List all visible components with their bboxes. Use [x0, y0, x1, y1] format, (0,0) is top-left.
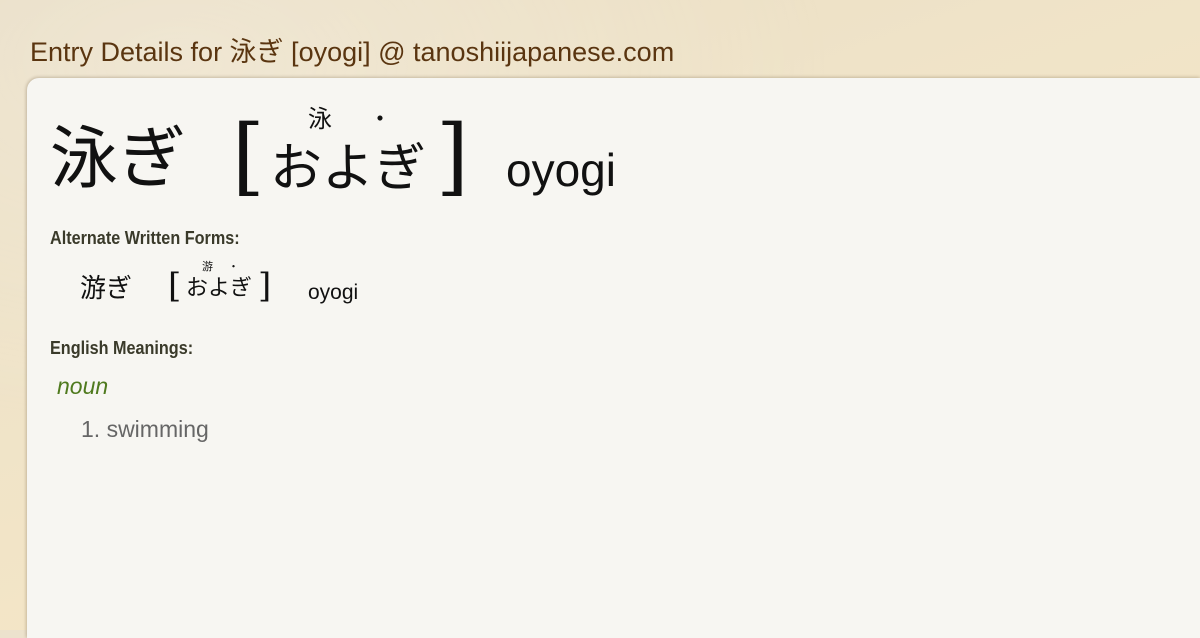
alternate-ruby-kanji: 游	[202, 260, 213, 273]
reading-ruby-dot: ・	[368, 105, 392, 133]
alternate-form-kanji: 游ぎ	[80, 274, 133, 304]
reading-open-bracket: [	[232, 107, 265, 205]
alternate-ruby-dot: ・	[228, 260, 239, 273]
meaning-list: 1. swimming	[81, 416, 209, 443]
english-meanings-label: English Meanings:	[50, 338, 194, 358]
meaning-item: 1. swimming	[81, 416, 209, 442]
headword-romaji: oyogi	[506, 144, 616, 196]
reading-close-bracket: ]	[436, 107, 469, 205]
alternate-forms-label: Alternate Written Forms:	[50, 228, 240, 248]
alternate-open-bracket: [	[168, 266, 182, 306]
page-title: Entry Details for 泳ぎ [oyogi] @ tanoshiij…	[30, 37, 675, 67]
headword-kanji: 泳ぎ	[50, 120, 187, 199]
alternate-close-bracket: ]	[258, 266, 272, 306]
alternate-form-reading: およぎ	[186, 276, 253, 301]
reading-ruby-kanji: 泳	[308, 105, 332, 133]
alternate-form-romaji: oyogi	[308, 281, 359, 304]
headword-reading: およぎ	[270, 139, 427, 199]
part-of-speech: noun	[57, 373, 109, 399]
